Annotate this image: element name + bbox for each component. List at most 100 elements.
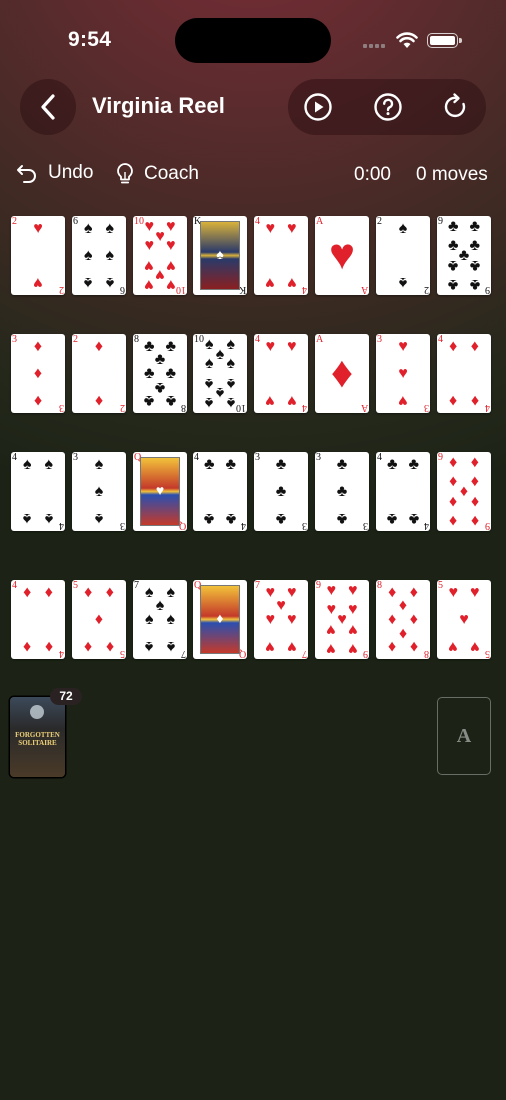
card-index: 2: [120, 402, 125, 413]
card-9-diamonds[interactable]: 9 9 ♦ ♦ ♦ ♦ ♦ ♦ ♦ ♦ ♦: [437, 452, 491, 531]
stock-pile[interactable]: FORGOTTEN SOLITAIRE: [10, 697, 65, 777]
card-2-diamonds[interactable]: 2 2 ♦ ♦: [72, 334, 126, 413]
status-bar: 9:54: [0, 0, 506, 80]
card-9-hearts[interactable]: 9 9 ♥ ♥ ♥ ♥ ♥ ♥ ♥ ♥ ♥: [315, 580, 369, 659]
card-k-spades[interactable]: K K ♠: [193, 216, 247, 295]
card-10-spades[interactable]: 10 10 ♠ ♠ ♠ ♠ ♠ ♠ ♠ ♠ ♠ ♠: [193, 334, 247, 413]
card-index: 4: [12, 580, 17, 591]
card-4-clubs[interactable]: 4 4 ♣ ♣ ♣ ♣: [193, 452, 247, 531]
card-8-diamonds[interactable]: 8 8 ♦ ♦ ♦ ♦ ♦ ♦ ♦ ♦: [376, 580, 430, 659]
diamonds-pip-icon: ♦: [33, 364, 43, 382]
lightbulb-icon: [117, 163, 133, 184]
clubs-pip-icon: ♣: [447, 275, 459, 293]
card-index: 4: [485, 402, 490, 413]
hearts-pip-icon: ♥: [265, 274, 275, 292]
card-2-hearts[interactable]: 2 2 ♥ ♥: [11, 216, 65, 295]
hearts-pip-icon: ♥: [326, 639, 336, 657]
hearts-pip-icon: ♥: [287, 610, 297, 628]
card-3-diamonds[interactable]: 3 3 ♦ ♦ ♦: [11, 334, 65, 413]
diamonds-pip-icon: ♦: [449, 454, 458, 472]
play-circle-icon: [304, 93, 332, 121]
diamonds-pip-icon: ♦: [33, 337, 43, 355]
card-index: 3: [424, 402, 429, 413]
autoplay-button[interactable]: [302, 91, 334, 123]
card-4-spades[interactable]: 4 4 ♠ ♠ ♠ ♠: [11, 452, 65, 531]
card-6-spades[interactable]: 6 6 ♠ ♠ ♠ ♠ ♠ ♠: [72, 216, 126, 295]
spades-pip-icon: ♠: [44, 455, 54, 473]
card-index: 9: [438, 452, 443, 463]
card-a-hearts[interactable]: A A ♥: [315, 216, 369, 295]
card-index: 5: [73, 580, 78, 591]
card-3-spades[interactable]: 3 3 ♠ ♠ ♠: [72, 452, 126, 531]
card-4-hearts[interactable]: 4 4 ♥ ♥ ♥ ♥: [254, 334, 308, 413]
card-7-hearts[interactable]: 7 7 ♥ ♥ ♥ ♥ ♥ ♥ ♥: [254, 580, 308, 659]
clubs-pip-icon: ♣: [203, 510, 215, 528]
foundation-slot[interactable]: A: [437, 697, 491, 775]
spades-pip-icon: ♠: [83, 219, 93, 237]
undo-label: Undo: [48, 162, 94, 183]
hearts-pip-icon: ♥: [287, 392, 297, 410]
card-index: 4: [12, 452, 17, 463]
spades-pip-icon: ♠: [398, 274, 408, 292]
card-index: 4: [302, 402, 307, 413]
card-9-clubs[interactable]: 9 9 ♣ ♣ ♣ ♣ ♣ ♣ ♣ ♣ ♣: [437, 216, 491, 295]
card-4-hearts[interactable]: 4 4 ♥ ♥ ♥ ♥: [254, 216, 308, 295]
diamonds-pip-icon: ♦: [470, 392, 479, 410]
card-8-clubs[interactable]: 8 8 ♣ ♣ ♣ ♣ ♣ ♣ ♣ ♣: [133, 334, 187, 413]
hearts-pip-icon: ♥: [33, 219, 43, 237]
card-5-diamonds[interactable]: 5 5 ♦ ♦ ♦ ♦ ♦: [72, 580, 126, 659]
hearts-pip-icon: ♥: [144, 237, 154, 255]
clubs-pip-icon: ♣: [469, 275, 481, 293]
back-button[interactable]: [20, 79, 76, 135]
card-4-diamonds[interactable]: 4 4 ♦ ♦ ♦ ♦: [11, 580, 65, 659]
move-counter: 0 moves: [416, 164, 488, 185]
hearts-pip-icon: ♥: [326, 582, 336, 600]
card-index: 3: [59, 402, 64, 413]
help-button[interactable]: [372, 91, 404, 123]
card-index: 6: [120, 284, 125, 295]
card-7-spades[interactable]: 7 7 ♠ ♠ ♠ ♠ ♠ ♠ ♠: [133, 580, 187, 659]
card-10-hearts[interactable]: 10 10 ♥ ♥ ♥ ♥ ♥ ♥ ♥ ♥ ♥ ♥: [133, 216, 187, 295]
card-5-hearts[interactable]: 5 5 ♥ ♥ ♥ ♥ ♥: [437, 580, 491, 659]
card-3-clubs[interactable]: 3 3 ♣ ♣ ♣: [315, 452, 369, 531]
card-4-clubs[interactable]: 4 4 ♣ ♣ ♣ ♣: [376, 452, 430, 531]
clubs-pip-icon: ♣: [275, 510, 287, 528]
game-timer: 0:00: [354, 164, 391, 185]
hearts-pip-icon: ♥: [287, 219, 297, 237]
page-title: Virginia Reel: [92, 93, 225, 118]
card-q-diamonds[interactable]: Q Q ♦: [193, 580, 247, 659]
hearts-pip-icon: ♥: [470, 583, 480, 601]
stock-count-badge: 72: [50, 688, 82, 705]
diamonds-pip-icon: ♦: [449, 511, 458, 529]
spades-pip-icon: ♠: [144, 610, 154, 628]
coach-label: Coach: [144, 163, 199, 184]
diamonds-pip-icon: ♦: [105, 583, 114, 601]
card-index: 7: [302, 648, 307, 659]
spades-pip-icon: ♠: [94, 455, 104, 473]
clubs-pip-icon: ♣: [336, 482, 348, 500]
status-time: 9:54: [68, 28, 112, 51]
spades-pip-icon: ♠: [204, 355, 214, 373]
card-index: 9: [316, 580, 321, 591]
card-a-diamonds[interactable]: A A ♦: [315, 334, 369, 413]
coach-button[interactable]: Coach: [116, 162, 199, 186]
card-2-spades[interactable]: 2 2 ♠ ♠: [376, 216, 430, 295]
diamonds-pip-icon: ♦: [23, 638, 32, 656]
restart-button[interactable]: [440, 91, 472, 123]
spades-pip-icon: ♠: [22, 455, 32, 473]
face-card-art: ♥: [140, 457, 180, 526]
diamonds-pip-icon: ♦: [388, 638, 397, 656]
card-3-clubs[interactable]: 3 3 ♣ ♣ ♣: [254, 452, 308, 531]
hearts-pip-icon: ♥: [470, 638, 480, 656]
clubs-pip-icon: ♣: [143, 392, 155, 410]
card-index: 4: [377, 452, 382, 463]
spades-pip-icon: ♠: [83, 274, 93, 292]
card-4-diamonds[interactable]: 4 4 ♦ ♦ ♦ ♦: [437, 334, 491, 413]
spades-pip-icon: ♠: [22, 510, 32, 528]
card-q-hearts[interactable]: Q Q ♥: [133, 452, 187, 531]
card-3-hearts[interactable]: 3 3 ♥ ♥ ♥: [376, 334, 430, 413]
diamonds-pip-icon: ♦: [84, 583, 93, 601]
diamonds-pip-icon: ♦: [449, 392, 458, 410]
undo-button[interactable]: Undo: [16, 162, 93, 184]
hearts-pip-icon: ♥: [287, 274, 297, 292]
